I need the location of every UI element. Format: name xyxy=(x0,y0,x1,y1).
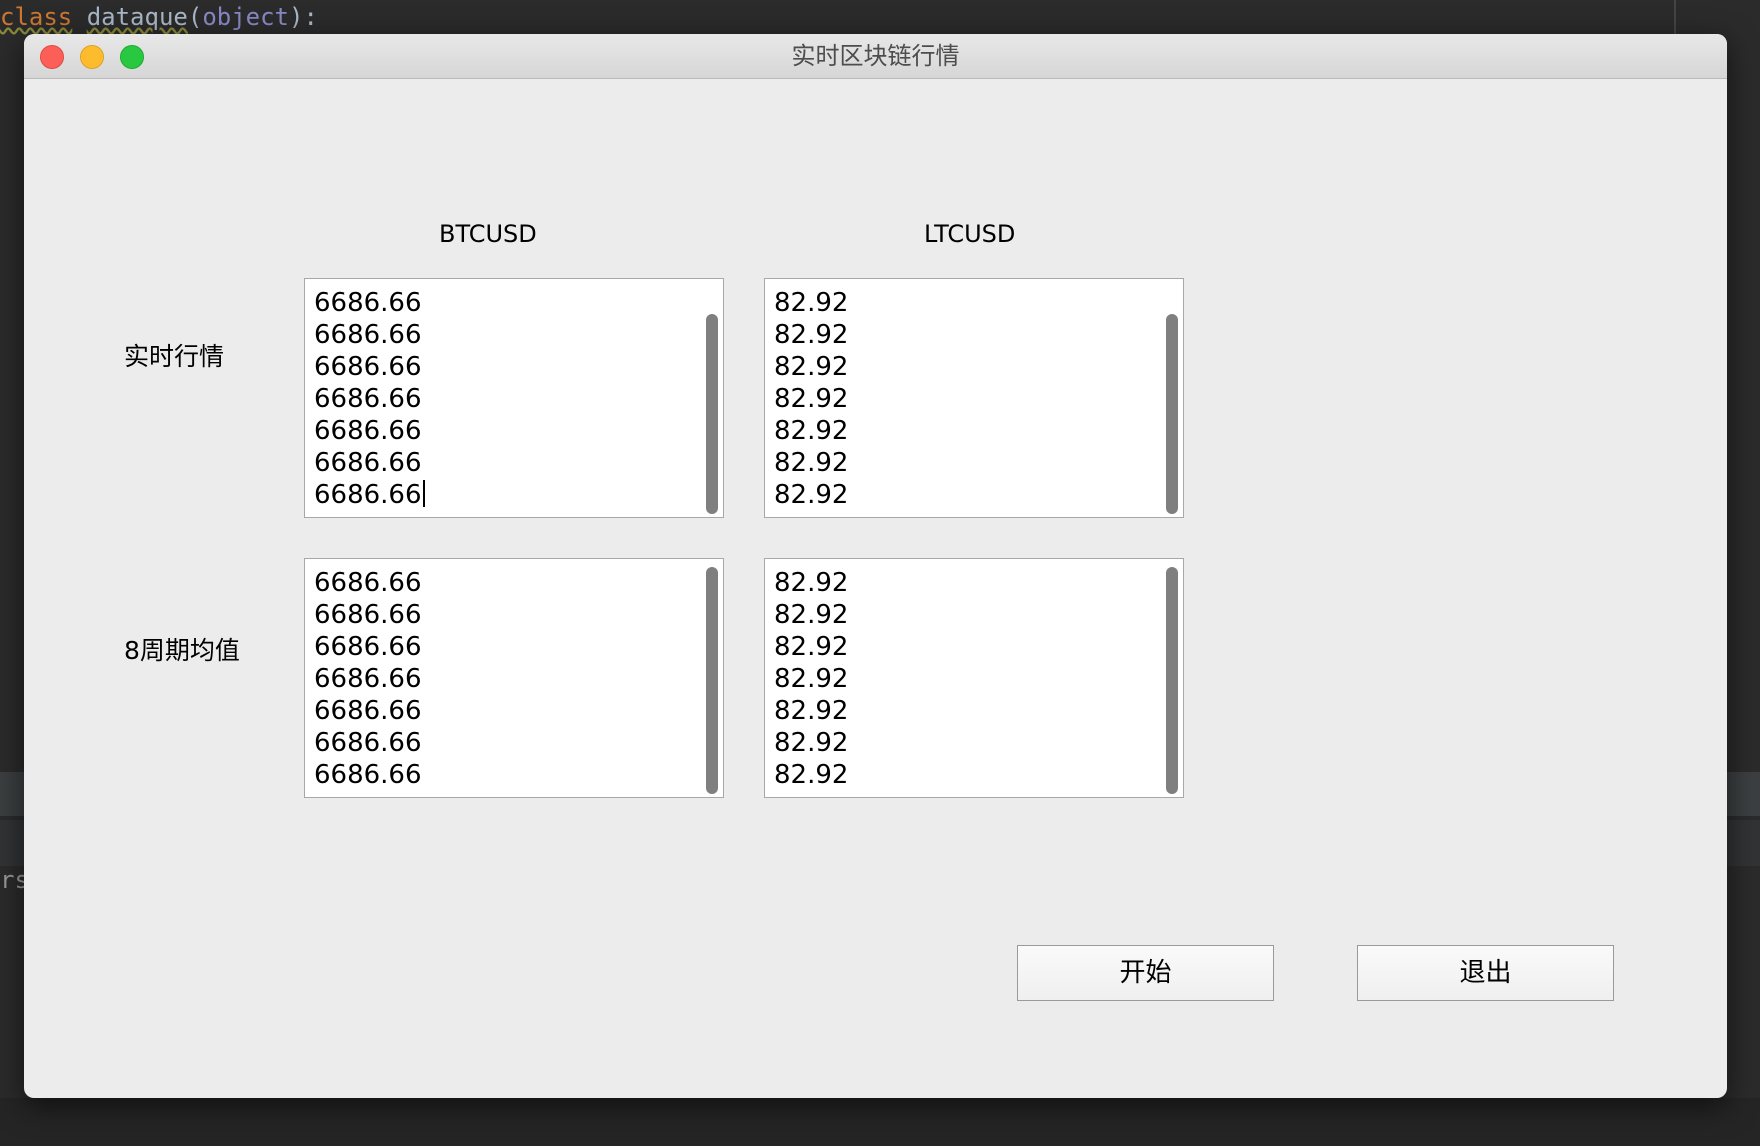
list-item-last: 6686.66 xyxy=(314,479,425,511)
list-item: 82.92 xyxy=(774,600,849,630)
list-item: 82.92 xyxy=(774,288,849,318)
ide-margin-line xyxy=(1674,0,1676,34)
code-keyword: class xyxy=(0,3,73,31)
quit-button[interactable]: 退出 xyxy=(1357,945,1614,1001)
list-item: 82.92 xyxy=(774,448,849,478)
code-class-name: dataque xyxy=(86,3,188,31)
list-item: 6686.66 xyxy=(314,600,422,630)
list-item: 6686.66 xyxy=(314,664,422,694)
title-bar[interactable]: 实时区块链行情 xyxy=(24,34,1727,79)
btc-realtime-listbox[interactable]: 6686.66 6686.66 6686.66 6686.66 6686.66 … xyxy=(304,278,724,518)
column-label-btcusd: BTCUSD xyxy=(439,220,537,248)
list-item: 82.92 xyxy=(774,568,849,598)
list-item: 82.92 xyxy=(774,728,849,758)
list-item: 82.92 xyxy=(774,416,849,446)
code-paren-open: ( xyxy=(187,3,203,31)
row-label-ma8: 8周期均值 xyxy=(124,636,240,665)
ltc-ma8-lines: 82.92 82.92 82.92 82.92 82.92 82.92 82.9… xyxy=(774,567,848,791)
ltc-realtime-lines: 82.92 82.92 82.92 82.92 82.92 82.92 82.9… xyxy=(774,287,848,511)
list-item: 6686.66 xyxy=(314,728,422,758)
list-item: 6686.66 xyxy=(314,696,422,726)
btc-realtime-lines: 6686.66 6686.66 6686.66 6686.66 6686.66 … xyxy=(314,287,425,511)
text-caret xyxy=(422,480,425,507)
list-item: 6686.66 xyxy=(314,288,422,318)
ltc-ma8-listbox[interactable]: 82.92 82.92 82.92 82.92 82.92 82.92 82.9… xyxy=(764,558,1184,798)
scrollbar-thumb[interactable] xyxy=(706,567,718,794)
window-title: 实时区块链行情 xyxy=(791,42,960,70)
row-label-realtime: 实时行情 xyxy=(124,342,225,371)
list-item: 6686.66 xyxy=(314,384,422,414)
list-item: 82.92 xyxy=(774,664,849,694)
list-item: 6686.66 xyxy=(314,568,422,598)
list-item: 82.92 xyxy=(774,696,849,726)
btc-ma8-lines: 6686.66 6686.66 6686.66 6686.66 6686.66 … xyxy=(314,567,422,791)
list-item: 6686.66 xyxy=(314,448,422,478)
list-item: 82.92 xyxy=(774,384,849,414)
list-item-text: 6686.66 xyxy=(314,480,422,510)
app-window: 实时区块链行情 BTCUSD LTCUSD 实时行情 8周期均值 6686.66… xyxy=(24,34,1727,1098)
list-item: 82.92 xyxy=(774,320,849,350)
list-item: 6686.66 xyxy=(314,352,422,382)
list-item: 6686.66 xyxy=(314,632,422,662)
list-item: 6686.66 xyxy=(314,416,422,446)
code-base-class: object xyxy=(202,3,290,31)
column-label-ltcusd: LTCUSD xyxy=(924,220,1016,248)
list-item: 82.92 xyxy=(774,352,849,382)
scrollbar-thumb[interactable] xyxy=(1166,314,1178,514)
list-item: 6686.66 xyxy=(314,320,422,350)
btc-ma8-listbox[interactable]: 6686.66 6686.66 6686.66 6686.66 6686.66 … xyxy=(304,558,724,798)
ide-bottom-bar xyxy=(0,1098,1760,1146)
ide-code-line: class dataque(object): xyxy=(0,0,318,34)
list-item: 6686.66 xyxy=(314,760,422,790)
code-paren-close: ): xyxy=(289,3,318,31)
list-item: 82.92 xyxy=(774,760,849,790)
list-item: 82.92 xyxy=(774,480,849,510)
start-button[interactable]: 开始 xyxy=(1017,945,1274,1001)
scrollbar-thumb[interactable] xyxy=(706,314,718,514)
scrollbar-thumb[interactable] xyxy=(1166,567,1178,794)
ltc-realtime-listbox[interactable]: 82.92 82.92 82.92 82.92 82.92 82.92 82.9… xyxy=(764,278,1184,518)
list-item: 82.92 xyxy=(774,632,849,662)
